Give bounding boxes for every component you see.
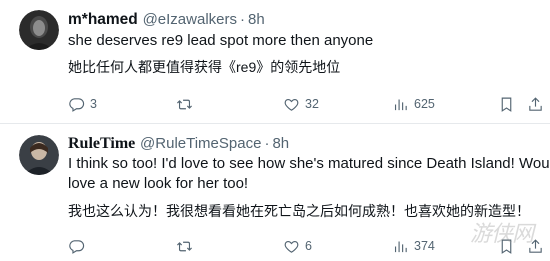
retweet-button[interactable] xyxy=(176,94,198,114)
user-handle[interactable]: @RuleTimeSpace xyxy=(140,135,261,152)
tweet[interactable]: RuleTime @RuleTimeSpace · 8h I think so to… xyxy=(0,123,550,261)
bookmark-icon xyxy=(501,97,512,112)
separator-dot: · xyxy=(240,11,245,28)
tweet-text-line: I think so too! I'd love to see how she'… xyxy=(68,155,550,172)
reply-button[interactable]: 3 xyxy=(68,94,97,114)
share-button[interactable] xyxy=(527,94,544,114)
views-count: 374 xyxy=(414,239,435,253)
separator-dot: · xyxy=(264,135,270,152)
like-button[interactable]: 32 xyxy=(283,94,319,114)
reply-icon xyxy=(69,97,85,112)
bookmark-button[interactable] xyxy=(498,94,515,114)
tweet-header: RuleTime @RuleTimeSpace · 8h xyxy=(68,134,289,153)
tweet-header: m*hamed @eIzawalkers · 8h xyxy=(68,10,265,29)
reply-button[interactable] xyxy=(68,236,90,256)
views-icon xyxy=(394,99,407,110)
display-name[interactable]: m*hamed xyxy=(68,11,138,28)
reply-icon xyxy=(69,239,85,254)
views-button[interactable]: 625 xyxy=(392,94,435,114)
site-watermark: 游侠网 xyxy=(470,222,534,247)
like-count: 32 xyxy=(305,97,319,111)
tweet-text: she deserves re9 lead spot more then any… xyxy=(68,32,374,49)
action-bar: 6 374 xyxy=(0,236,550,256)
share-icon xyxy=(529,96,542,111)
views-icon xyxy=(394,241,407,252)
tweet-translation: 我也这么认为！我很想看看她在死亡岛之后如何成熟！也喜欢她的新造型！ xyxy=(68,203,530,219)
like-button[interactable]: 6 xyxy=(283,236,312,256)
tweet[interactable]: m*hamed @eIzawalkers · 8h she deserves re9… xyxy=(0,0,550,123)
user-handle[interactable]: @eIzawalkers xyxy=(143,11,237,28)
retweet-button[interactable] xyxy=(176,236,198,256)
tweet-translation: 她比任何人都更值得获得《re9》的领先地位 xyxy=(68,59,341,75)
views-count: 625 xyxy=(414,97,435,111)
retweet-icon xyxy=(177,241,192,251)
reply-count: 3 xyxy=(90,97,97,111)
views-button[interactable]: 374 xyxy=(392,236,435,256)
like-count: 6 xyxy=(305,239,312,253)
avatar[interactable] xyxy=(19,10,59,50)
tweet-text-line: love a new look for her too! xyxy=(68,175,249,192)
action-bar: 3 32 625 xyxy=(0,94,550,114)
timestamp[interactable]: 8h xyxy=(272,135,289,152)
avatar[interactable] xyxy=(19,135,59,175)
retweet-icon xyxy=(177,99,192,109)
heart-icon xyxy=(284,98,299,111)
display-name[interactable]: RuleTime xyxy=(68,135,135,152)
heart-icon xyxy=(284,240,299,253)
timestamp[interactable]: 8h xyxy=(248,11,265,28)
